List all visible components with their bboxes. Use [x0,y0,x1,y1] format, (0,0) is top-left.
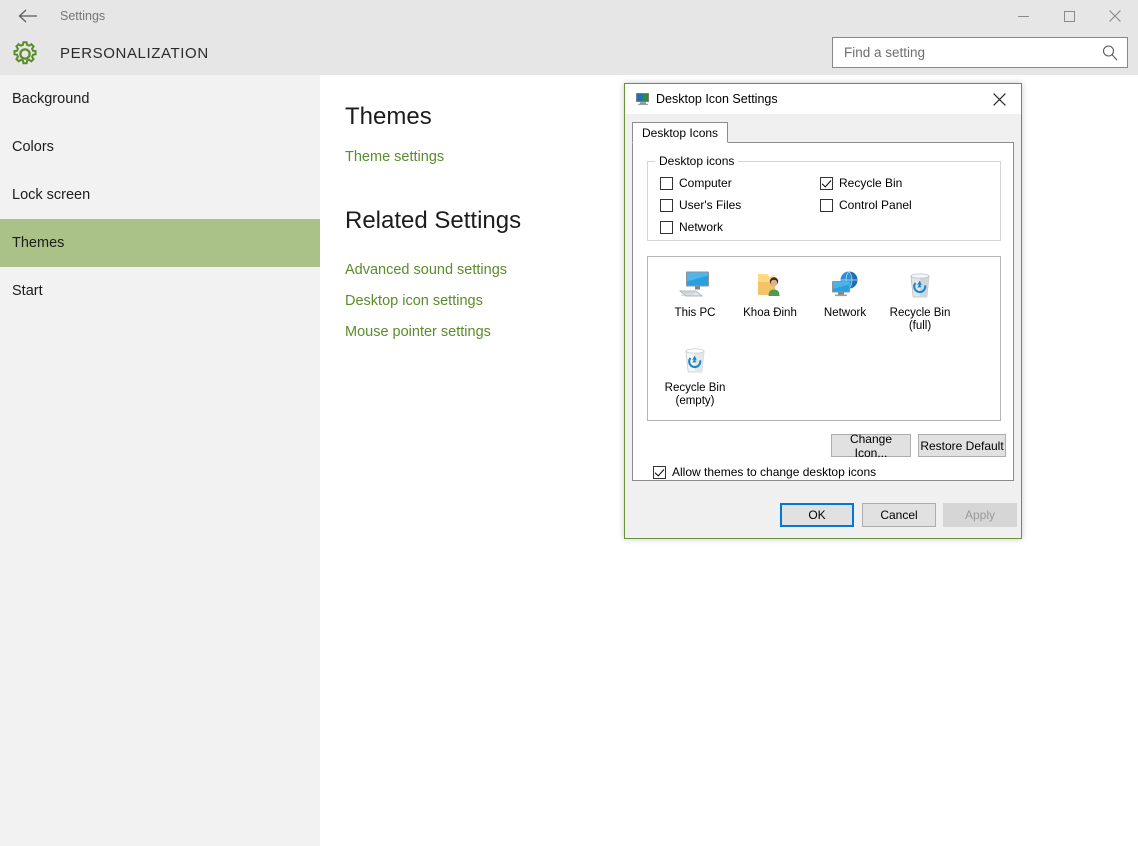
monitor-icon [635,91,651,107]
minimize-button[interactable] [1000,0,1046,32]
checkbox-box[interactable] [653,465,666,479]
checkbox-label: Computer [679,176,732,190]
minimize-icon [1017,15,1029,17]
checkbox-network[interactable]: Network [660,220,723,234]
checkbox-box[interactable] [660,176,673,190]
sidebar-item-label: Background [12,91,90,107]
ok-button[interactable]: OK [780,503,854,527]
sidebar-item-colors[interactable]: Colors [0,123,320,171]
this-pc-icon [657,267,733,303]
close-icon [1109,10,1121,22]
sidebar-item-label: Colors [12,139,54,155]
checkbox-label: Allow themes to change desktop icons [672,465,877,479]
label-line-1: Recycle Bin [889,307,951,319]
checkbox-allow-themes[interactable]: Allow themes to change desktop icons [653,465,876,479]
checkbox-users-files[interactable]: User's Files [660,198,741,212]
preview-item-label: Khoa Đinh [743,307,797,319]
groupbox-label: Desktop icons [655,154,739,168]
search-box[interactable] [832,37,1128,68]
tabstrip: Desktop Icons [632,122,1014,143]
preview-item-label: Network [823,307,867,319]
checkbox-control-panel[interactable]: Control Panel [820,198,912,212]
maximize-icon [1063,10,1075,22]
tab-panel-desktop-icons: Desktop icons Computer User's Files Netw… [632,142,1014,481]
checkbox-box[interactable] [820,176,833,190]
sidebar: Background Colors Lock screen Themes Sta… [0,75,320,846]
user-folder-icon [732,267,808,303]
network-globe-icon [807,267,883,303]
gear-icon [10,39,40,69]
desktop-icon-settings-link[interactable]: Desktop icon settings [345,293,483,309]
dialog-titlebar: Desktop Icon Settings [625,84,1021,114]
checkbox-label: Network [679,220,724,234]
close-button[interactable] [1092,0,1138,32]
preview-item-label: Recycle Bin (empty) [657,382,733,407]
settings-window: Settings PERSONALIZATION Find a setting … [0,0,1138,846]
checkbox-label: User's Files [679,198,742,212]
preview-item-label: This PC [674,307,716,319]
dialog-footer: OK Cancel Apply [625,481,1021,538]
preview-item-this-pc[interactable]: This PC [657,267,733,320]
preview-item-recycle-bin-full[interactable]: Recycle Bin (full) [882,267,958,332]
window-controls [1000,0,1138,32]
checkbox-box[interactable] [820,198,833,212]
desktop-icons-groupbox: Desktop icons Computer User's Files Netw… [647,154,1001,241]
label-line-2: (empty) [675,394,715,407]
related-settings-heading: Related Settings [345,207,522,234]
preview-item-label: Recycle Bin (full) [882,307,958,332]
checkbox-label: Control Panel [839,198,912,212]
icon-preview-area: This PC Khoa Đinh Network Recycle Bin (f… [647,256,1001,421]
back-button[interactable] [8,0,48,32]
window-title: Settings [60,9,106,23]
mouse-pointer-settings-link[interactable]: Mouse pointer settings [345,324,491,340]
label-line-1: Recycle Bin [664,382,726,394]
maximize-button[interactable] [1046,0,1092,32]
cancel-button[interactable]: Cancel [862,503,936,527]
preview-item-recycle-bin-empty[interactable]: Recycle Bin (empty) [657,342,733,407]
advanced-sound-settings-link[interactable]: Advanced sound settings [345,262,507,278]
window-titlebar: Settings [0,0,1138,32]
checkbox-box[interactable] [660,198,673,212]
label-line-2: (full) [908,319,932,332]
sidebar-item-background[interactable]: Background [0,75,320,123]
sidebar-item-lock-screen[interactable]: Lock screen [0,171,320,219]
checkbox-recycle-bin[interactable]: Recycle Bin [820,176,902,190]
close-icon [992,92,1006,106]
dialog-body: Desktop Icons Desktop icons Computer Use… [625,114,1021,538]
back-arrow-icon [18,9,37,23]
change-icon-button[interactable]: Change Icon... [831,432,911,460]
preview-item-khoa-dinh[interactable]: Khoa Đinh [732,267,808,320]
dialog-close-button[interactable] [977,84,1021,114]
sidebar-item-label: Themes [12,235,65,251]
restore-default-button[interactable]: Restore Default [918,434,1006,457]
checkbox-computer[interactable]: Computer [660,176,732,190]
recycle-bin-empty-icon [657,342,733,378]
page-title: PERSONALIZATION [60,45,209,62]
checkbox-label: Recycle Bin [839,176,903,190]
sidebar-item-label: Start [12,283,43,299]
sidebar-item-themes[interactable]: Themes [0,219,320,267]
search-input[interactable] [833,38,1106,67]
dialog-title: Desktop Icon Settings [656,92,778,106]
checkbox-box[interactable] [660,220,673,234]
search-icon[interactable] [1101,44,1119,62]
themes-heading: Themes [345,103,432,130]
theme-settings-link[interactable]: Theme settings [345,149,444,165]
sidebar-item-label: Lock screen [12,187,91,203]
tab-desktop-icons[interactable]: Desktop Icons [632,122,729,143]
sidebar-item-start[interactable]: Start [0,267,320,315]
recycle-bin-full-icon [882,267,958,303]
apply-button: Apply [943,503,1017,527]
desktop-icon-settings-dialog: Desktop Icon Settings Desktop Icons Desk… [624,83,1022,539]
preview-item-network[interactable]: Network [807,267,883,320]
